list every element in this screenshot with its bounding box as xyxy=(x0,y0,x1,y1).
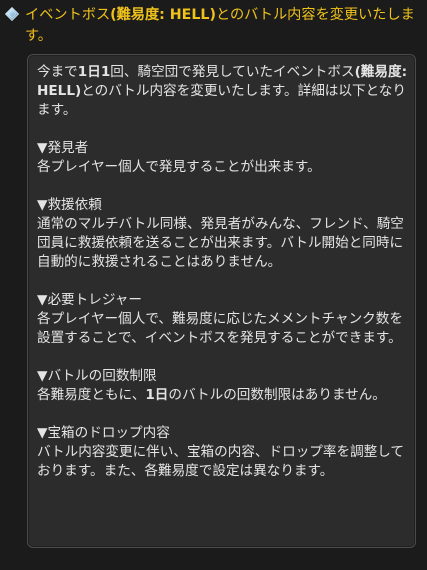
section-title: ▼救援依頼 xyxy=(37,197,102,213)
section-body-text: 各プレイヤー個人で発見することが出来ます。 xyxy=(37,159,321,175)
notice-page: { "header": { "title_parts": [ {"text": … xyxy=(0,0,427,570)
section-title: ▼宝箱のドロップ内容 xyxy=(37,425,170,441)
title-bold-text: (難易度: HELL) xyxy=(110,7,216,23)
notice-section: ▼救援依頼通常のマルチバトル同様、発見者がみんな、フレンド、騎空団員に救援依頼を… xyxy=(37,196,407,272)
intro-text: 回、騎空団で発見していたイベントボス xyxy=(110,64,355,80)
notice-section: ▼必要トレジャー各プレイヤー個人で、難易度に応じたメメントチャンク数を設置するこ… xyxy=(37,291,407,348)
section-body-text: 通常のマルチバトル同様、発見者がみんな、フレンド、騎空団員に救援依頼を送ることが… xyxy=(37,216,404,270)
section-body: 各プレイヤー個人で、難易度に応じたメメントチャンク数を設置することで、イベントボ… xyxy=(37,310,407,348)
notice-content-panel: 今まで1日1回、騎空団で発見していたイベントボス(難易度: HELL)とのバトル… xyxy=(27,54,416,548)
notice-header: イベントボス(難易度: HELL)とのバトル内容を変更いたします。 xyxy=(5,5,423,47)
section-body-text: 各プレイヤー個人で、難易度に応じたメメントチャンク数を設置することで、イベントボ… xyxy=(37,311,403,346)
section-title: ▼必要トレジャー xyxy=(37,292,142,308)
diamond-icon xyxy=(5,7,19,21)
notice-title: イベントボス(難易度: HELL)とのバトル内容を変更いたします。 xyxy=(25,5,423,47)
section-body: 各難易度ともに、1日のバトルの回数制限はありません。 xyxy=(37,386,407,405)
section-body: 通常のマルチバトル同様、発見者がみんな、フレンド、騎空団員に救援依頼を送ることが… xyxy=(37,215,407,272)
notice-section: ▼発見者各プレイヤー個人で発見することが出来ます。 xyxy=(37,139,407,177)
section-body-text: 各難易度ともに、 xyxy=(37,387,146,403)
intro-text: 今まで xyxy=(37,64,78,80)
section-body-bold-text: 1日 xyxy=(145,387,169,403)
section-body: 各プレイヤー個人で発見することが出来ます。 xyxy=(37,158,407,177)
section-title: ▼発見者 xyxy=(37,140,89,156)
title-text: イベントボス xyxy=(25,7,111,23)
notice-intro: 今まで1日1回、騎空団で発見していたイベントボス(難易度: HELL)とのバトル… xyxy=(37,63,407,120)
notice-section: ▼宝箱のドロップ内容バトル内容変更に伴い、宝箱の内容、ドロップ率を調整しておりま… xyxy=(37,424,407,481)
intro-text: とのバトル内容を変更いたします。詳細は以下となります。 xyxy=(37,83,406,118)
notice-section: ▼バトルの回数制限 各難易度ともに、1日のバトルの回数制限はありません。 xyxy=(37,367,407,405)
section-body-text: のバトルの回数制限はありません。 xyxy=(168,387,386,403)
notice-sections: ▼発見者各プレイヤー個人で発見することが出来ます。 ▼救援依頼通常のマルチバトル同… xyxy=(37,139,407,481)
section-title: ▼バトルの回数制限 xyxy=(37,368,157,384)
section-body-text: バトル内容変更に伴い、宝箱の内容、ドロップ率を調整しております。また、各難易度で… xyxy=(37,444,405,479)
intro-bold-text: 1日1 xyxy=(77,64,111,80)
section-body: バトル内容変更に伴い、宝箱の内容、ドロップ率を調整しております。また、各難易度で… xyxy=(37,443,407,481)
